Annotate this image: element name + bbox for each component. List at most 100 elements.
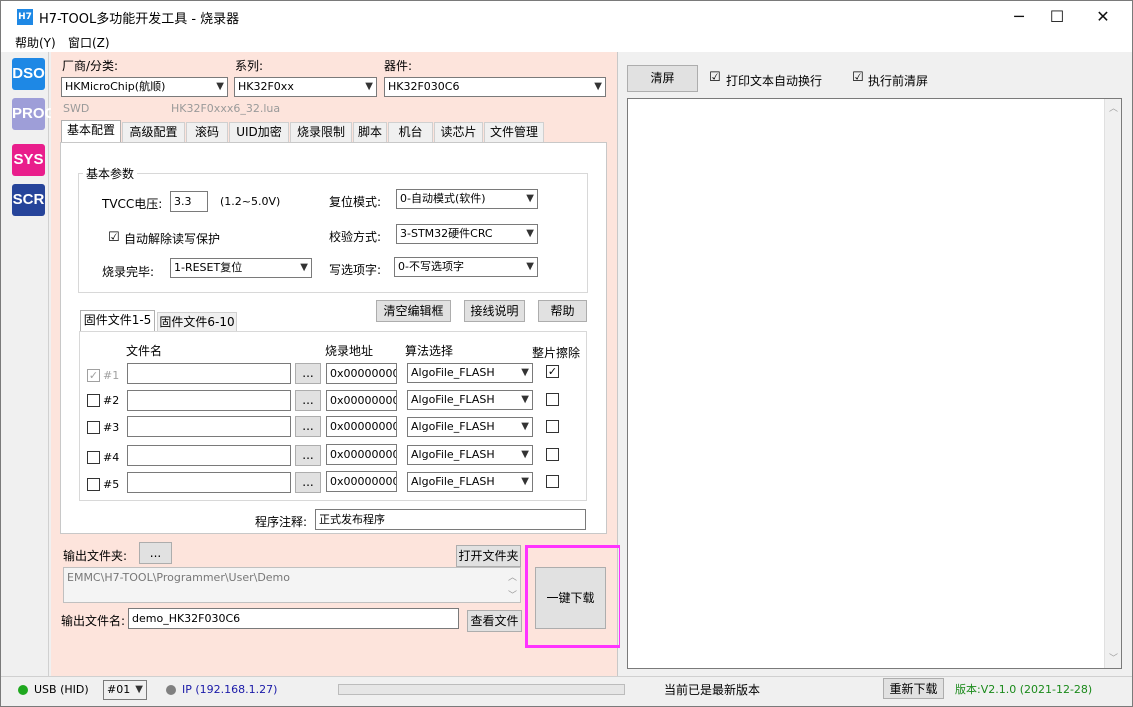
verify-select[interactable]: 3-STM32硬件CRC ▼ <box>396 224 538 244</box>
chevron-down-icon: ▼ <box>521 421 529 432</box>
row4-algo-select[interactable]: AlgoFile_FLASH ▼ <box>407 445 533 465</box>
series-select[interactable]: HK32F0xx ▼ <box>234 77 377 97</box>
series-label: 系列: <box>235 59 264 73</box>
row5-algo-select[interactable]: AlgoFile_FLASH ▼ <box>407 472 533 492</box>
update-message: 当前已是最新版本 <box>664 683 761 697</box>
row2-browse-button[interactable]: ... <box>295 390 321 411</box>
tab-script[interactable]: 脚本 <box>353 122 387 142</box>
scroll-up-icon[interactable]: ︿ <box>1109 101 1118 114</box>
option-bytes-select[interactable]: 0-不写选项字 ▼ <box>394 257 538 277</box>
row3-number: #3 <box>103 421 120 434</box>
row1-enable-checkbox[interactable]: ✓ <box>87 369 100 382</box>
open-folder-button[interactable]: 打开文件夹 <box>456 545 521 567</box>
row1-algo-select[interactable]: AlgoFile_FLASH ▼ <box>407 363 533 383</box>
menu-bar: 帮助(Y) 窗口(Z) <box>1 32 1132 52</box>
tool-switcher: DSO PROG SYS SCR <box>9 52 56 676</box>
row3-algo-select[interactable]: AlgoFile_FLASH ▼ <box>407 417 533 437</box>
row4-erase-checkbox[interactable] <box>546 448 559 461</box>
row2-address-input[interactable]: 0x00000000 <box>326 390 397 411</box>
clear-log-button[interactable]: 清屏 <box>627 65 698 92</box>
chevron-down-icon: ▼ <box>365 81 373 92</box>
scr-button[interactable]: SCR <box>12 184 45 216</box>
clear-edit-button[interactable]: 清空编辑框 <box>376 300 451 322</box>
device-value: HK32F030C6 <box>388 80 460 93</box>
row5-enable-checkbox[interactable] <box>87 478 100 491</box>
output-folder-browse-button[interactable]: ... <box>139 542 172 564</box>
redownload-button[interactable]: 重新下载 <box>883 678 944 699</box>
tab-file-manager[interactable]: 文件管理 <box>484 122 544 142</box>
device-index-select[interactable]: #01 ▼ <box>103 680 147 700</box>
row5-browse-button[interactable]: ... <box>295 472 321 493</box>
row4-browse-button[interactable]: ... <box>295 445 321 466</box>
tab-basic-config[interactable]: 基本配置 <box>61 120 121 143</box>
row3-erase-checkbox[interactable] <box>546 420 559 433</box>
option-bytes-label: 写选项字: <box>329 263 382 277</box>
row1-file-input[interactable] <box>127 363 291 384</box>
window-title: H7-TOOL多功能开发工具 - 烧录器 <box>39 12 240 27</box>
row3-browse-button[interactable]: ... <box>295 416 321 437</box>
row5-file-input[interactable] <box>127 472 291 493</box>
tab-firmware-6-10[interactable]: 固件文件6-10 <box>157 312 237 332</box>
tvcc-range-label: (1.2~5.0V) <box>220 195 281 208</box>
clear-before-checkbox[interactable]: ☑ <box>852 70 864 85</box>
reset-mode-select[interactable]: 0-自动模式(软件) ▼ <box>396 189 538 209</box>
row3-enable-checkbox[interactable] <box>87 421 100 434</box>
program-note-input[interactable]: 正式发布程序 <box>315 509 586 530</box>
row2-erase-checkbox[interactable] <box>546 393 559 406</box>
row3-address-input[interactable]: 0x00000000 <box>326 416 397 437</box>
menu-help[interactable]: 帮助(Y) <box>15 34 56 51</box>
wiring-guide-button[interactable]: 接线说明 <box>464 300 525 322</box>
auto-unprotect-checkbox[interactable]: ☑ <box>108 230 120 245</box>
row5-address-input[interactable]: 0x00000000 <box>326 471 397 492</box>
scroll-down-icon[interactable]: ﹀ <box>1109 651 1118 664</box>
view-file-button[interactable]: 查看文件 <box>467 610 522 632</box>
menu-window[interactable]: 窗口(Z) <box>68 34 110 51</box>
close-button[interactable]: ✕ <box>1080 1 1126 32</box>
chevron-down-icon: ▼ <box>300 262 308 273</box>
vendor-label: 厂商/分类: <box>62 59 119 73</box>
chevron-down-icon: ▼ <box>521 449 529 460</box>
tab-rolling-code[interactable]: 滚码 <box>186 122 228 142</box>
chevron-down-icon: ▼ <box>526 228 534 239</box>
finish-select[interactable]: 1-RESET复位 ▼ <box>170 258 312 278</box>
chevron-down-icon: ▼ <box>526 193 534 204</box>
scroll-up-icon[interactable]: ︿ <box>508 568 517 588</box>
row1-address-input[interactable]: 0x00000000 <box>326 363 397 384</box>
tab-read-chip[interactable]: 读芯片 <box>434 122 483 142</box>
row5-number: #5 <box>103 478 120 491</box>
device-select[interactable]: HK32F030C6 ▼ <box>384 77 606 97</box>
log-textarea[interactable]: ︿ ﹀ <box>627 98 1122 669</box>
dso-button[interactable]: DSO <box>12 58 45 90</box>
chevron-down-icon: ▼ <box>216 81 224 92</box>
chevron-down-icon: ▼ <box>135 684 143 695</box>
tab-machine[interactable]: 机台 <box>388 122 433 142</box>
row4-file-input[interactable] <box>127 445 291 466</box>
one-click-download-button[interactable]: 一键下载 <box>535 567 606 629</box>
log-scrollbar[interactable]: ︿ ﹀ <box>1104 99 1121 668</box>
maximize-button[interactable]: ☐ <box>1034 1 1080 32</box>
help-button[interactable]: 帮助 <box>538 300 587 322</box>
vendor-select[interactable]: HKMicroChip(航顺) ▼ <box>61 77 228 97</box>
tvcc-label: TVCC电压: <box>102 197 163 211</box>
tvcc-input[interactable]: 3.3 <box>170 191 208 212</box>
tab-advanced-config[interactable]: 高级配置 <box>122 122 185 142</box>
tab-program-limit[interactable]: 烧录限制 <box>290 122 352 142</box>
scroll-down-icon[interactable]: ﹀ <box>508 586 517 602</box>
tab-firmware-1-5[interactable]: 固件文件1-5 <box>80 310 155 332</box>
row3-file-input[interactable] <box>127 416 291 437</box>
row1-browse-button[interactable]: ... <box>295 363 321 384</box>
prog-button[interactable]: PROG <box>12 98 56 130</box>
row1-erase-checkbox[interactable]: ✓ <box>546 365 559 378</box>
sys-button[interactable]: SYS <box>12 144 45 176</box>
output-filename-input[interactable]: demo_HK32F030C6 <box>128 608 459 629</box>
row2-enable-checkbox[interactable] <box>87 394 100 407</box>
row4-address-input[interactable]: 0x00000000 <box>326 444 397 465</box>
row4-enable-checkbox[interactable] <box>87 451 100 464</box>
tab-uid-encrypt[interactable]: UID加密 <box>229 122 289 142</box>
series-value: HK32F0xx <box>238 80 294 93</box>
auto-wrap-checkbox[interactable]: ☑ <box>709 70 721 85</box>
row2-file-input[interactable] <box>127 390 291 411</box>
header-chip-erase: 整片擦除 <box>532 346 581 360</box>
row2-algo-select[interactable]: AlgoFile_FLASH ▼ <box>407 390 533 410</box>
row5-erase-checkbox[interactable] <box>546 475 559 488</box>
